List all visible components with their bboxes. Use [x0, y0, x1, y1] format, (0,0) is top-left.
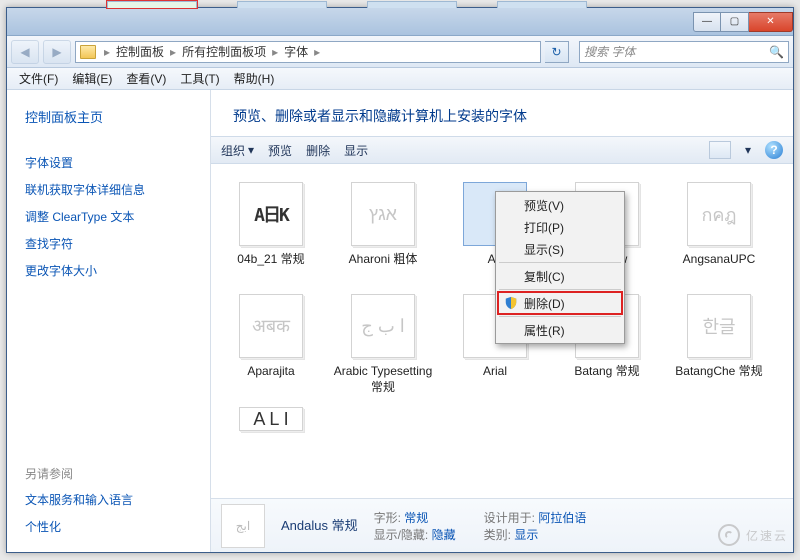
menu-file[interactable]: 文件(F): [13, 68, 64, 89]
sidebar-text-services[interactable]: 文本服务和输入语言: [25, 488, 192, 511]
folder-icon: [80, 45, 96, 59]
ctx-print[interactable]: 打印(P): [498, 216, 622, 238]
toolbar-delete[interactable]: 删除: [306, 142, 330, 159]
titlebar: — ▢ ✕: [7, 8, 793, 36]
details-hide-label: 显示/隐藏:: [374, 528, 429, 542]
breadcrumb-control-panel[interactable]: 控制面板: [114, 43, 166, 60]
details-style-value: 常规: [404, 511, 428, 525]
font-item[interactable]: ا ب ج Arabic Typesetting 常规: [327, 288, 439, 401]
sidebar-home[interactable]: 控制面板主页: [25, 104, 192, 129]
maximize-button[interactable]: ▢: [721, 12, 749, 32]
menu-view[interactable]: 查看(V): [120, 68, 172, 89]
details-pane: ابج Andalus 常规 字形: 常规 显示/隐藏: 隐藏 设计用于: 阿拉…: [211, 498, 793, 552]
sidebar-cleartype[interactable]: 调整 ClearType 文本: [25, 205, 192, 228]
search-icon: 🔍: [769, 45, 784, 59]
menu-tools[interactable]: 工具(T): [174, 68, 225, 89]
font-label: Aharoni 粗体: [349, 252, 418, 282]
ctx-show[interactable]: 显示(S): [498, 238, 622, 260]
font-item[interactable]: אגץ Aharoni 粗体: [327, 176, 439, 288]
details-category-label: 类别:: [484, 528, 511, 542]
font-label: Arial: [483, 364, 507, 394]
context-menu: 预览(V) 打印(P) 显示(S) 复制(C) 删除(D) 属性(R): [495, 191, 625, 344]
forward-button[interactable]: ▶: [43, 40, 71, 64]
toolbar-preview[interactable]: 预览: [268, 142, 292, 159]
font-item[interactable]: A L I: [215, 401, 327, 437]
sidebar: 控制面板主页 字体设置 联机获取字体详细信息 调整 ClearType 文本 查…: [7, 90, 211, 552]
ctx-properties[interactable]: 属性(R): [498, 319, 622, 341]
font-label: Aparajita: [247, 364, 294, 394]
breadcrumb-sep: ▸: [312, 45, 322, 59]
font-thumb: אגץ: [351, 182, 415, 246]
ctx-copy[interactable]: 复制(C): [498, 265, 622, 287]
search-input[interactable]: 搜索 字体 🔍: [579, 41, 789, 63]
page-title: 预览、删除或者显示和隐藏计算机上安装的字体: [211, 90, 793, 136]
font-item[interactable]: กคฎ AngsanaUPC: [663, 176, 775, 288]
ctx-separator: [499, 289, 621, 290]
font-thumb: A L I: [239, 407, 303, 431]
menu-help[interactable]: 帮助(H): [228, 68, 281, 89]
font-thumb: ا ب ج: [351, 294, 415, 358]
details-thumb: ابج: [221, 504, 265, 548]
details-hide-value: 隐藏: [432, 528, 456, 542]
close-button[interactable]: ✕: [749, 12, 793, 32]
sidebar-personalization[interactable]: 个性化: [25, 515, 192, 538]
explorer-window: — ▢ ✕ ◀ ▶ ▸ 控制面板 ▸ 所有控制面板项 ▸ 字体 ▸ ↻ 搜索 字…: [6, 7, 794, 553]
breadcrumb-sep: ▸: [102, 45, 112, 59]
table-row: A L I: [215, 401, 789, 437]
shield-icon: [504, 296, 518, 310]
sidebar-font-size[interactable]: 更改字体大小: [25, 259, 192, 282]
toolbar-show[interactable]: 显示: [344, 142, 368, 159]
details-designed-value: 阿拉伯语: [538, 511, 586, 525]
chevron-down-icon: ▾: [248, 143, 254, 157]
font-thumb: अबक: [239, 294, 303, 358]
sidebar-font-settings[interactable]: 字体设置: [25, 151, 192, 174]
breadcrumb-all-items[interactable]: 所有控制面板项: [180, 43, 268, 60]
ctx-separator: [499, 262, 621, 263]
font-label: 04b_21 常规: [237, 252, 304, 282]
navigation-bar: ◀ ▶ ▸ 控制面板 ▸ 所有控制面板项 ▸ 字体 ▸ ↻ 搜索 字体 🔍: [7, 36, 793, 68]
font-item[interactable]: अबक Aparajita: [215, 288, 327, 401]
toolbar: 组织 ▾ 预览 删除 显示 ▾ ?: [211, 136, 793, 164]
background-tabs: [7, 1, 793, 8]
refresh-button[interactable]: ↻: [545, 41, 569, 63]
help-button[interactable]: ?: [765, 141, 783, 159]
ctx-preview[interactable]: 预览(V): [498, 194, 622, 216]
font-label: Batang 常规: [574, 364, 639, 394]
font-item[interactable]: 한글 BatangChe 常规: [663, 288, 775, 401]
font-item[interactable]: A日K 04b_21 常规: [215, 176, 327, 288]
ctx-separator: [499, 316, 621, 317]
font-thumb: 한글: [687, 294, 751, 358]
minimize-button[interactable]: —: [693, 12, 721, 32]
breadcrumb-sep: ▸: [270, 45, 280, 59]
font-thumb: กคฎ: [687, 182, 751, 246]
font-label: Arabic Typesetting 常规: [329, 364, 437, 395]
search-placeholder: 搜索 字体: [584, 43, 635, 60]
chevron-down-icon[interactable]: ▾: [745, 143, 751, 157]
menubar: 文件(F) 编辑(E) 查看(V) 工具(T) 帮助(H): [7, 68, 793, 90]
view-options-button[interactable]: [709, 141, 731, 159]
toolbar-organize[interactable]: 组织 ▾: [221, 142, 254, 159]
sidebar-find-char[interactable]: 查找字符: [25, 232, 192, 255]
sidebar-online-fonts[interactable]: 联机获取字体详细信息: [25, 178, 192, 201]
breadcrumb-fonts[interactable]: 字体: [282, 43, 310, 60]
font-label: AngsanaUPC: [683, 252, 756, 282]
font-label: BatangChe 常规: [675, 364, 762, 394]
details-designed-label: 设计用于:: [484, 511, 535, 525]
font-thumb: A日K: [239, 182, 303, 246]
back-button[interactable]: ◀: [11, 40, 39, 64]
details-category-value: 显示: [514, 528, 538, 542]
address-bar[interactable]: ▸ 控制面板 ▸ 所有控制面板项 ▸ 字体 ▸: [75, 41, 541, 63]
details-style-label: 字形:: [374, 511, 401, 525]
breadcrumb-sep: ▸: [168, 45, 178, 59]
menu-edit[interactable]: 编辑(E): [66, 68, 118, 89]
details-font-name: Andalus 常规: [281, 515, 358, 534]
sidebar-also-heading: 另请参阅: [25, 465, 192, 482]
ctx-delete[interactable]: 删除(D): [498, 292, 622, 314]
